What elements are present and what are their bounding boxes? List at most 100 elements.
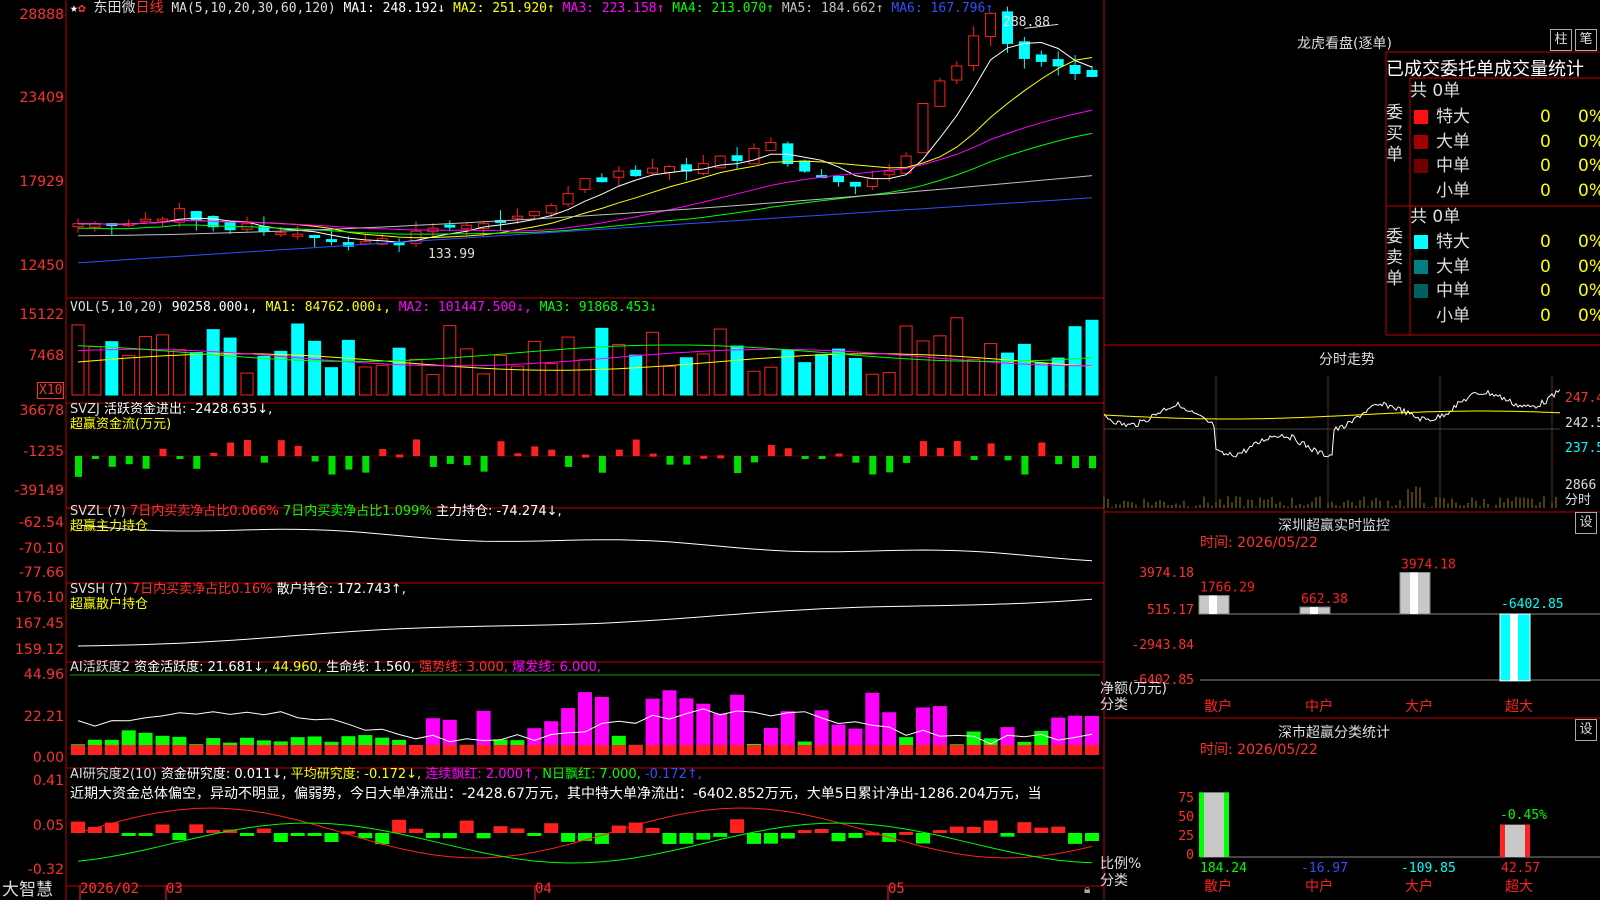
- activity-base: [172, 745, 187, 755]
- cls-ytick: 25: [1178, 829, 1194, 844]
- volume-bar: [578, 359, 592, 396]
- buy-group-label: 委买单: [1386, 103, 1403, 165]
- candle-body: [833, 175, 844, 183]
- main-holding-line: [77, 524, 1093, 562]
- volume-bar: [696, 353, 710, 396]
- vol-ma2: MA2: 101447.500↓,: [398, 300, 532, 315]
- flow-bar: [446, 456, 454, 464]
- candle-body: [934, 80, 946, 107]
- flow-bar: [953, 441, 961, 456]
- research-bar: [780, 833, 795, 839]
- activity-base: [87, 745, 102, 755]
- bar-highlight: [1510, 614, 1518, 681]
- svzl-header: SVZL (7) 7日内买卖净占比0.066% 7日内买卖净占比1.099% 主…: [70, 504, 562, 519]
- period-label[interactable]: 日线: [135, 0, 163, 16]
- chart-canvas[interactable]: 1766.29 662.38 3974.18 -6402.85 184.24 -16.97…: [0, 0, 1600, 900]
- activity-base: [121, 745, 136, 755]
- brand-logo[interactable]: 大智慧: [2, 880, 53, 900]
- candle-body: [630, 169, 642, 177]
- order-count: 0: [1540, 107, 1551, 127]
- monitor-ytick: 515.17: [1147, 603, 1194, 618]
- x-label: 05: [888, 881, 905, 897]
- stock-name[interactable]: 东田微: [93, 0, 135, 16]
- activity-base: [425, 745, 440, 755]
- volume-bar: [798, 362, 812, 396]
- svzj-ytick: 36678: [19, 403, 64, 419]
- cls-ytick: 75: [1178, 791, 1194, 806]
- intraday-ytick: 237.5: [1565, 441, 1600, 456]
- candle-body: [664, 166, 675, 173]
- color-swatch: [1414, 134, 1428, 149]
- lhb-subtitle: 已成交委托单成交量统计: [1386, 59, 1584, 80]
- tick-mode-button[interactable]: 笔: [1575, 29, 1597, 51]
- ai2-t4: 强势线: 3.000,: [419, 660, 508, 675]
- vol-params: VOL(5,10,20): [70, 300, 164, 315]
- ratio-value-label: -109.85: [1401, 861, 1456, 876]
- cls-title: 深市超赢分类统计: [1278, 725, 1390, 741]
- volume-bar: [679, 357, 693, 396]
- lhb-row: 小单 0 0%: [1414, 304, 1600, 328]
- volume-bar: [341, 339, 355, 396]
- lock-icon[interactable]: 🔒︎: [1084, 882, 1090, 897]
- volume-bar: [1034, 362, 1048, 396]
- category-label: 大户: [1405, 699, 1433, 715]
- activity-base: [1000, 745, 1015, 755]
- lhb-row: 特大 0 0%: [1414, 105, 1600, 129]
- order-size: 中单: [1436, 156, 1470, 176]
- chart-workspace[interactable]: 1766.29 662.38 3974.18 -6402.85 184.24 -16.97…: [0, 0, 1600, 900]
- intraday-ytick: 242.5: [1565, 416, 1600, 431]
- flow-bar: [801, 456, 809, 459]
- flow-bar: [260, 456, 268, 463]
- volume-bar: [595, 327, 609, 396]
- flow-bar: [582, 454, 589, 458]
- candle-body: [849, 181, 861, 187]
- flow-bar: [784, 448, 792, 456]
- order-pct: 0%: [1578, 256, 1600, 277]
- candle-body: [883, 170, 895, 176]
- research-line-green: [77, 822, 1093, 864]
- research-bar: [527, 833, 542, 836]
- svzl-ytick: -62.54: [18, 515, 64, 531]
- x-label: 03: [166, 881, 183, 897]
- color-swatch: [1414, 110, 1428, 124]
- research-bar: [442, 833, 457, 839]
- candle-body: [1086, 69, 1098, 77]
- activity-base: [611, 745, 626, 755]
- activity-base: [763, 745, 778, 755]
- cls-settings-button[interactable]: 设: [1575, 719, 1597, 741]
- star-icon[interactable]: ★: [70, 1, 78, 16]
- ma4-value: MA4: 213.070↑: [672, 1, 774, 16]
- research-bar: [1017, 822, 1032, 833]
- candle-body: [985, 12, 997, 38]
- research-bar: [256, 828, 271, 833]
- ma3-value: MA3: 223.158↑: [562, 1, 665, 16]
- volume-bar: [882, 372, 896, 396]
- lhb-row: 特大 0 0%: [1414, 230, 1600, 254]
- candle-body: [613, 170, 625, 178]
- bar-value-label: -6402.85: [1501, 597, 1564, 612]
- ai-res-ytick: 0.41: [32, 773, 64, 789]
- flow-bar: [666, 456, 674, 465]
- candle-body: [765, 142, 777, 152]
- svsh-header: SVSH (7) 7日内买卖净占比0.16% 散户持仓: 172.743↑,: [70, 582, 406, 597]
- bar-mode-button[interactable]: 柱: [1550, 29, 1572, 51]
- monitor-settings-button[interactable]: 设: [1575, 512, 1597, 534]
- candle-body: [444, 224, 456, 228]
- research-bar: [1085, 833, 1099, 842]
- flow-bar: [649, 453, 657, 457]
- volume-bar: [527, 340, 541, 396]
- activity-base: [223, 745, 238, 755]
- volume-bar: [916, 340, 930, 396]
- activity-base: [138, 745, 153, 755]
- activity-base: [578, 745, 592, 755]
- monitor-ytick: 3974.18: [1139, 566, 1194, 581]
- lhb-title: 龙虎看盘(逐单): [1297, 36, 1392, 52]
- sell-total: 共 0单: [1410, 207, 1461, 227]
- ai-res-header: AI研究度2(10) 资金研究度: 0.011↓, 平均研究度: -0.172↓…: [70, 767, 702, 782]
- gear-icon[interactable]: ✿: [78, 1, 86, 16]
- research-bar: [290, 833, 305, 836]
- bar-value-label: 1766.29: [1200, 581, 1255, 596]
- candle-body: [157, 218, 168, 222]
- flow-bar: [413, 439, 420, 456]
- activity-base: [307, 745, 322, 755]
